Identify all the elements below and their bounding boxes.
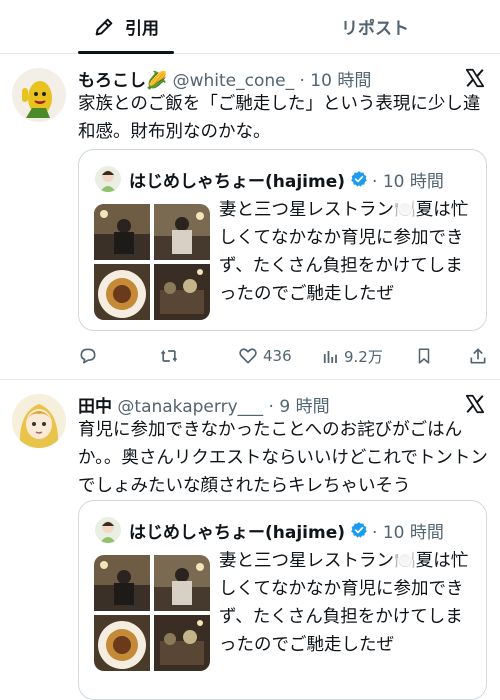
quoted-display-name: はじめしゃちょー(hajime) bbox=[129, 171, 346, 192]
media-photo[interactable] bbox=[94, 555, 150, 611]
tweet-text: 育児に参加できなかったことへのお詫びがごはんか。。奥さんリクエストならいいけどこ… bbox=[78, 420, 488, 496]
avatar[interactable] bbox=[12, 68, 66, 122]
display-name[interactable]: もろこし🌽 bbox=[78, 71, 167, 91]
quoted-tweet[interactable]: はじめしゃちょー(hajime) · 10 時間 妻と三つ星レストラン🍽️夏は忙… bbox=[78, 149, 487, 331]
user-handle[interactable]: @white_cone_ bbox=[173, 71, 295, 91]
tab-repost[interactable]: リポスト bbox=[325, 0, 425, 53]
media-grid[interactable] bbox=[94, 204, 210, 320]
quoted-timestamp: · 10 時間 bbox=[372, 522, 444, 543]
quoted-timestamp: · 10 時間 bbox=[372, 171, 444, 192]
quoted-tweet-text: 妻と三つ星レストラン🍽️夏は忙しくてなかなか育児に参加できず、たくさん負担をかけ… bbox=[219, 200, 469, 304]
media-grid[interactable] bbox=[94, 555, 210, 671]
views-button[interactable]: 9.2万 bbox=[321, 346, 383, 367]
heart-icon bbox=[239, 348, 257, 364]
timestamp[interactable]: · 9 時間 bbox=[269, 397, 330, 417]
media-photo[interactable] bbox=[94, 264, 150, 320]
retweet-button[interactable] bbox=[158, 346, 180, 366]
media-photo[interactable] bbox=[154, 555, 210, 611]
share-button[interactable] bbox=[468, 346, 488, 366]
retweet-icon bbox=[160, 349, 178, 363]
like-count: 436 bbox=[263, 347, 292, 365]
tweet-header: もろこし🌽 @white_cone_ · 10 時間 bbox=[78, 66, 371, 91]
share-icon bbox=[470, 348, 486, 364]
pencil-icon bbox=[95, 18, 113, 35]
quoted-display-name: はじめしゃちょー(hajime) bbox=[129, 522, 346, 543]
tweet-actions: 436 9.2万 bbox=[78, 346, 490, 370]
verified-badge-icon bbox=[351, 522, 367, 538]
quoted-tweet-header: はじめしゃちょー(hajime) · 10 時間 bbox=[95, 166, 444, 192]
media-photo[interactable] bbox=[154, 204, 210, 260]
quoted-avatar bbox=[95, 517, 121, 543]
timestamp[interactable]: · 10 時間 bbox=[300, 71, 372, 91]
quoted-avatar bbox=[95, 166, 121, 192]
tweet-text: 家族とのご飯を「ご馳走した」という表現に少し違和感。財布別なのかな。 bbox=[78, 94, 481, 142]
reply-icon bbox=[80, 348, 96, 364]
media-photo[interactable] bbox=[94, 204, 150, 260]
view-count: 9.2万 bbox=[344, 348, 383, 366]
views-icon bbox=[323, 350, 337, 363]
media-photo[interactable] bbox=[154, 264, 210, 320]
media-photo[interactable] bbox=[154, 615, 210, 671]
tweet[interactable]: もろこし🌽 @white_cone_ · 10 時間 家族とのご飯を「ご馳走した… bbox=[0, 54, 500, 379]
x-logo-icon[interactable] bbox=[464, 393, 486, 415]
verified-badge-icon bbox=[351, 171, 367, 187]
quoted-tweet-text: 妻と三つ星レストラン🍽️夏は忙しくてなかなか育児に参加できず、たくさん負担をかけ… bbox=[219, 551, 469, 655]
like-button[interactable]: 436 bbox=[238, 346, 292, 366]
tab-quote-label: 引用 bbox=[125, 19, 159, 39]
avatar-image bbox=[12, 394, 66, 448]
bookmark-button[interactable] bbox=[415, 346, 433, 366]
reply-button[interactable] bbox=[78, 346, 98, 366]
user-handle[interactable]: @tanakaperry___ bbox=[117, 397, 263, 417]
display-name[interactable]: 田中 bbox=[78, 397, 112, 417]
quoted-tweet[interactable]: はじめしゃちょー(hajime) · 10 時間 妻と三つ星レストラン🍽️夏は忙… bbox=[78, 500, 487, 700]
media-photo[interactable] bbox=[94, 615, 150, 671]
tab-bar: 引用 リポスト bbox=[0, 0, 500, 54]
x-logo-icon[interactable] bbox=[464, 67, 486, 89]
avatar-image bbox=[22, 81, 52, 118]
quoted-tweet-header: はじめしゃちょー(hajime) · 10 時間 bbox=[95, 517, 444, 543]
tab-repost-label: リポスト bbox=[341, 19, 409, 39]
tab-quote[interactable]: 引用 bbox=[78, 0, 174, 54]
tweet-header: 田中 @tanakaperry___ · 9 時間 bbox=[78, 392, 330, 417]
tweet[interactable]: 田中 @tanakaperry___ · 9 時間 育児に参加できなかったことへ… bbox=[0, 380, 500, 700]
bookmark-icon bbox=[418, 348, 430, 364]
avatar[interactable] bbox=[12, 394, 66, 448]
